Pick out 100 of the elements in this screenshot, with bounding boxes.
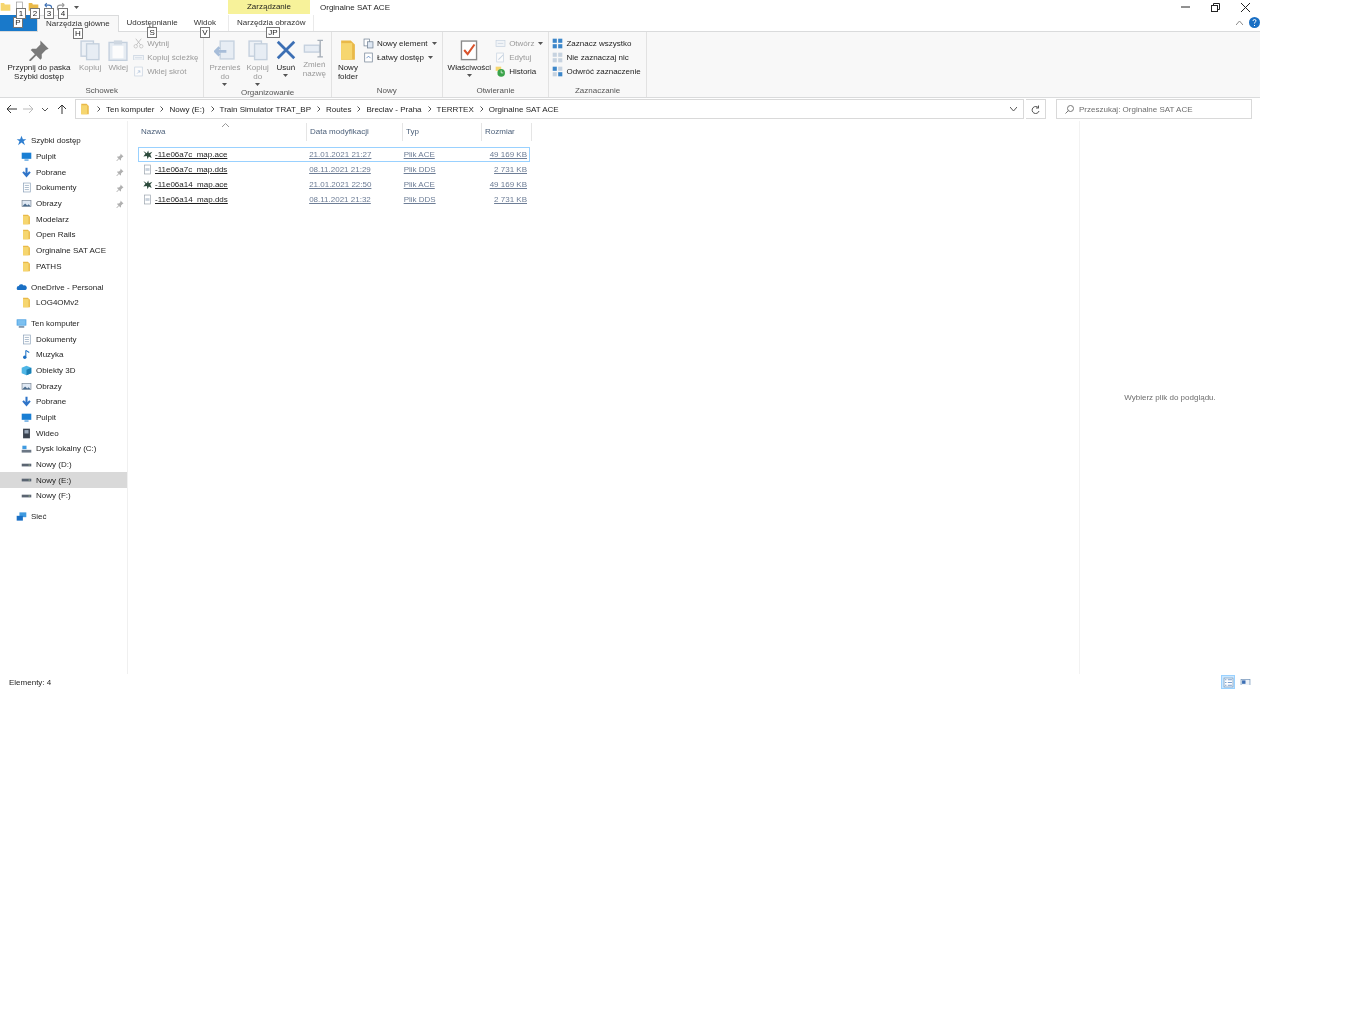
chevron-icon <box>97 106 101 112</box>
preview-message: Wybierz plik do podglądu. <box>1124 393 1216 403</box>
close-icon <box>1239 1 1251 13</box>
copy-icon <box>79 39 102 61</box>
navigation-item[interactable]: Obiekty 3D <box>0 362 127 379</box>
collapse-caret-icon <box>1236 21 1243 25</box>
column-header[interactable]: Rozmiar <box>482 123 532 141</box>
forward-icon <box>23 103 34 115</box>
breadcrumb[interactable]: Nowy (E:) <box>169 104 205 114</box>
image-file-icon <box>142 164 153 175</box>
navigation-item[interactable]: PATHS <box>0 258 127 275</box>
file-tab[interactable]: P <box>0 15 37 31</box>
folder-icon <box>79 103 91 115</box>
table-cell-text: 21.01.2021 22:50 <box>308 180 373 189</box>
navigation-item[interactable]: Pobrane <box>0 164 127 181</box>
folder-icon <box>21 245 32 257</box>
navigation-item[interactable]: Pobrane <box>0 394 127 410</box>
navigation-item[interactable]: LOG4OMv2 <box>0 294 127 311</box>
desktop-icon <box>21 152 32 161</box>
grid-icon <box>552 66 564 77</box>
column-header[interactable]: Typ <box>403 123 482 141</box>
picture-icon <box>21 200 32 208</box>
grid-icon <box>552 38 564 49</box>
navigation-item[interactable]: Dokumenty <box>0 180 127 196</box>
navigation-item[interactable]: Pulpit <box>0 148 127 165</box>
ribbon-button[interactable]: Zaznacz wszystko <box>552 38 643 49</box>
computer-icon <box>16 317 27 329</box>
column-header[interactable]: Nazwa <box>138 123 307 141</box>
ribbon-button[interactable]: Łatwy dostęp <box>362 52 439 63</box>
file-row[interactable]: -11e06a14_map.dds 08.11.2021 21:32 Plik DDS 2 731 KB <box>138 192 530 207</box>
cube-icon <box>21 364 32 376</box>
navigation-item[interactable]: Obrazy <box>0 195 127 212</box>
up-icon <box>57 103 68 115</box>
ribbon-button[interactable]: Przypnij do paska Szybki dostęp <box>3 37 75 83</box>
folder-icon <box>21 213 32 225</box>
breadcrumb[interactable]: Routes <box>326 104 352 114</box>
group-label: Schowek <box>84 86 119 97</box>
caret-icon <box>222 83 228 86</box>
redo-icon[interactable] <box>56 1 67 12</box>
breadcrumb[interactable]: Breclav - Praha <box>366 104 422 114</box>
ribbon-button[interactable]: Nowy folder <box>334 37 361 83</box>
navigation-item[interactable]: Pulpit <box>0 409 127 426</box>
navigation-item[interactable]: Nowy (D:) <box>0 456 127 473</box>
navigation-item[interactable]: Dysk lokalny (C:) <box>0 441 127 457</box>
ribbon-button[interactable]: Historia <box>495 66 546 77</box>
breadcrumb[interactable]: Train Simulator TRAT_BP <box>219 104 312 114</box>
file-name[interactable]: -11e06a14_map.ace <box>155 180 228 189</box>
table-cell-text: 2 731 KB <box>493 195 528 204</box>
navigation-item[interactable]: Nowy (F:) <box>0 488 127 504</box>
navigation-item[interactable]: Sieć <box>0 508 127 525</box>
ribbon-button[interactable]: Usuń <box>272 37 299 79</box>
column-header[interactable]: Data modyfikacji <box>307 123 403 141</box>
ribbon-button[interactable]: Nowy element <box>362 38 439 49</box>
ribbon-button[interactable]: Właściwości <box>445 37 494 79</box>
navigation-item[interactable]: Orginalne SAT ACE <box>0 242 127 259</box>
back-icon <box>6 103 17 115</box>
navigation-item[interactable]: Obrazy <box>0 378 127 394</box>
table-cell-text: Plik ACE <box>402 150 436 159</box>
details-view-icon <box>1222 676 1234 688</box>
search-box[interactable]: Przeszukaj: Orginalne SAT ACE <box>1056 99 1252 119</box>
rename-icon <box>303 39 326 59</box>
clipboard-icon <box>107 39 130 61</box>
drive-icon <box>21 493 32 498</box>
caret-icon <box>283 74 289 77</box>
file-row[interactable]: -11e06a14_map.ace 21.01.2021 22:50 Plik ACE 49 169 KB <box>138 177 530 192</box>
navigation-item[interactable]: Wideo <box>0 425 127 442</box>
navigation-item[interactable]: Modelarz <box>0 211 127 228</box>
navigation-item[interactable]: Ten komputer <box>0 315 127 332</box>
document-icon <box>21 182 32 194</box>
folder-icon <box>21 260 32 272</box>
navigation-item[interactable]: Open Rails <box>0 227 127 243</box>
navigation-item[interactable]: Nowy (E:) <box>0 472 127 489</box>
file-name[interactable]: -11e06a14_map.dds <box>155 195 228 204</box>
file-name[interactable]: -11e06a7c_map.dds <box>155 165 228 174</box>
file-row[interactable]: -11e06a7c_map.ace 21.01.2021 21:27 Plik ACE 49 169 KB <box>138 147 530 162</box>
breadcrumb[interactable]: TERRTEX <box>436 104 474 114</box>
drive-icon <box>21 462 32 467</box>
navigation-item[interactable]: Muzyka <box>0 346 127 363</box>
address-bar[interactable]: Ten komputer Nowy (E:) Train Simulator TRAT_BP Routes Breclav - Praha TERRTEX Orginalne SAT ACE <box>75 99 1024 119</box>
search-field[interactable]: Przeszukaj: Orginalne SAT ACE <box>1079 104 1239 114</box>
view-button[interactable] <box>1221 675 1235 689</box>
refresh-button[interactable] <box>1026 99 1046 119</box>
ribbon-button[interactable]: Odwróć zaznaczenie <box>552 66 643 77</box>
file-row[interactable]: -11e06a7c_map.dds 08.11.2021 21:29 Plik DDS 2 731 KB <box>138 162 530 177</box>
ribbon-button[interactable]: Nie zaznaczaj nic <box>552 52 643 63</box>
navigation-item[interactable]: Dokumenty <box>0 331 127 347</box>
chevron-icon <box>357 106 362 112</box>
table-cell-text: Plik ACE <box>402 180 436 189</box>
file-name[interactable]: -11e06a7c_map.ace <box>155 150 228 159</box>
group-label: Otwieranie <box>475 86 516 97</box>
breadcrumb[interactable]: Orginalne SAT ACE <box>488 104 559 114</box>
navigation-item[interactable]: Szybki dostęp <box>0 133 127 149</box>
chevron-icon <box>479 106 484 112</box>
navigation-item[interactable]: OneDrive - Personal <box>0 279 127 295</box>
music-note-icon <box>21 349 32 361</box>
table-cell-text: 21.01.2021 21:27 <box>308 150 373 159</box>
caret-icon <box>255 83 261 86</box>
page-arrow-icon <box>213 39 236 61</box>
down-arrow-icon <box>21 396 32 408</box>
breadcrumb[interactable]: Ten komputer <box>106 104 155 114</box>
